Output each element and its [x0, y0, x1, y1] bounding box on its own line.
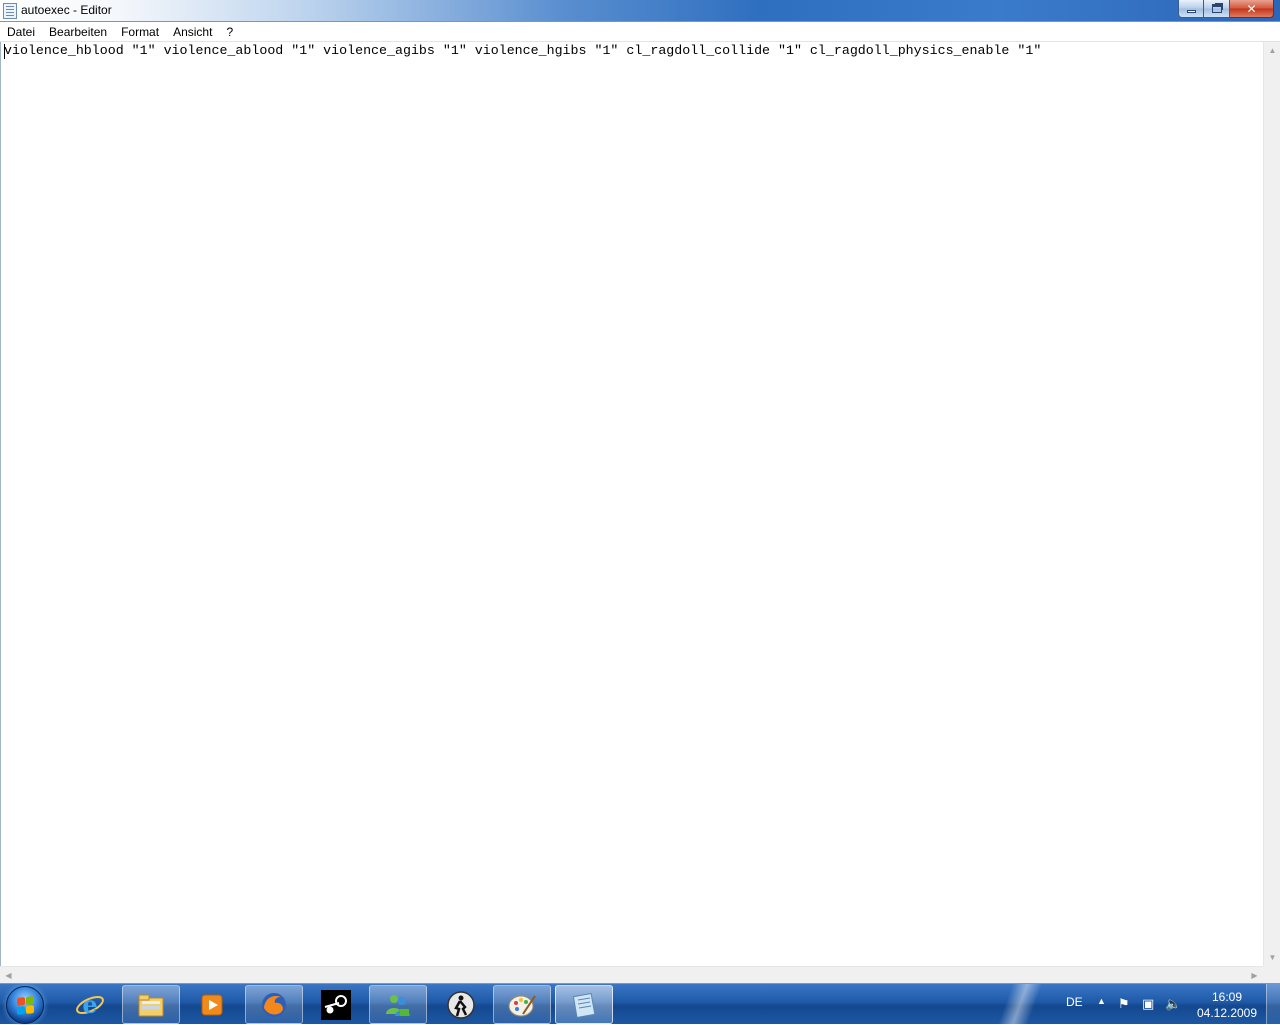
- steam-icon: [321, 989, 351, 1020]
- scroll-up-icon[interactable]: ▲: [1264, 42, 1280, 59]
- scroll-down-icon[interactable]: ▼: [1264, 949, 1280, 966]
- counter-strike-icon: [447, 990, 475, 1019]
- windows-explorer-icon: [138, 994, 164, 1016]
- taskbar-paint[interactable]: [493, 985, 551, 1024]
- text-caret: [4, 44, 5, 59]
- notepad-app-icon[interactable]: [3, 3, 17, 19]
- taskbar-glare: [990, 984, 1050, 1025]
- taskbar-messenger[interactable]: [369, 985, 427, 1024]
- close-icon: ✕: [1246, 1, 1257, 16]
- size-grip[interactable]: [1263, 966, 1280, 983]
- editor-content[interactable]: violence_hblood "1" violence_ablood "1" …: [4, 43, 1041, 59]
- taskbar-counter-strike[interactable]: [432, 985, 490, 1024]
- window-controls: ✕: [1178, 0, 1274, 18]
- show-hidden-icons-icon[interactable]: ▲: [1097, 996, 1106, 1006]
- minimize-button[interactable]: [1178, 0, 1204, 18]
- language-indicator[interactable]: DE: [1066, 995, 1083, 1009]
- window-title: autoexec - Editor: [21, 3, 112, 17]
- messenger-icon: [386, 994, 410, 1016]
- taskbar-media-player[interactable]: [183, 985, 241, 1024]
- taskbar-notepad[interactable]: [555, 985, 613, 1024]
- title-bar[interactable]: autoexec - Editor ✕: [0, 0, 1280, 22]
- volume-icon[interactable]: 🔈: [1165, 996, 1181, 1012]
- taskbar-steam[interactable]: [307, 985, 365, 1024]
- clock-time: 16:09: [1211, 990, 1243, 1004]
- taskbar-windows-explorer[interactable]: [122, 985, 180, 1024]
- paint-icon: [508, 994, 536, 1016]
- menu-format[interactable]: Format: [114, 22, 166, 42]
- menu-bearbeiten[interactable]: Bearbeiten: [42, 22, 114, 42]
- notepad-icon: [572, 992, 596, 1018]
- windows-logo-icon: [17, 996, 34, 1015]
- system-tray: DE ▲ ⚑ ▣ 🔈 16:09 04.12.2009: [1060, 984, 1260, 1025]
- network-icon[interactable]: ▣: [1142, 996, 1154, 1012]
- maximize-button[interactable]: [1204, 0, 1230, 18]
- restore-icon: [1211, 4, 1222, 13]
- action-center-flag-icon[interactable]: ⚑: [1118, 996, 1130, 1012]
- taskbar-firefox[interactable]: [245, 985, 303, 1024]
- scroll-left-icon[interactable]: ◀: [0, 967, 17, 984]
- media-player-icon: [201, 994, 223, 1015]
- firefox-icon: [262, 992, 286, 1017]
- horizontal-scrollbar[interactable]: ◀ ▶: [0, 966, 1263, 983]
- clock-date: 04.12.2009: [1196, 1006, 1258, 1020]
- menu-help[interactable]: ?: [219, 22, 240, 42]
- start-button[interactable]: [6, 986, 44, 1024]
- clock[interactable]: 16:09 04.12.2009: [1196, 989, 1258, 1021]
- menu-ansicht[interactable]: Ansicht: [166, 22, 219, 42]
- vertical-scrollbar[interactable]: ▲ ▼: [1263, 42, 1280, 966]
- taskbar-internet-explorer[interactable]: e: [61, 985, 119, 1024]
- show-desktop-button[interactable]: [1266, 984, 1280, 1025]
- text-editor-area[interactable]: violence_hblood "1" violence_ablood "1" …: [0, 42, 1263, 966]
- taskbar: e DE ▲ ⚑ ▣ 🔈 16:09 04.12.2009: [0, 983, 1280, 1025]
- scroll-right-icon[interactable]: ▶: [1246, 967, 1263, 984]
- menu-datei[interactable]: Datei: [0, 22, 42, 42]
- minimize-icon: [1186, 10, 1196, 13]
- close-button[interactable]: ✕: [1230, 0, 1274, 18]
- menu-bar: Datei Bearbeiten Format Ansicht ?: [0, 22, 1280, 42]
- svg-text:e: e: [82, 990, 97, 1019]
- internet-explorer-icon: e: [76, 990, 104, 1019]
